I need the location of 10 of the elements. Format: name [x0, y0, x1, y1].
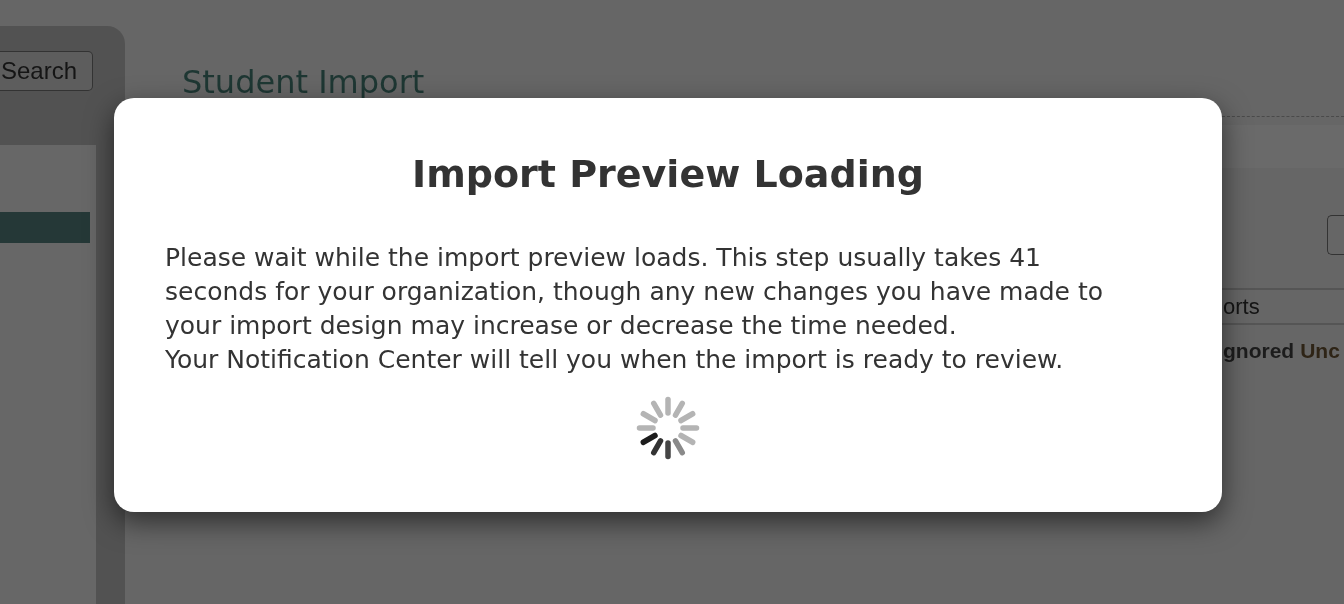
loading-spinner-icon: [636, 396, 700, 460]
legend-label: gnored: [1223, 339, 1295, 363]
search-button[interactable]: Search: [0, 51, 93, 91]
dialog-message: Please wait while the import preview loads. This step usually takes 41 seconds for your organization, though any new changes you have made to your import design may increase or decrease the time needed.: [165, 242, 1105, 342]
dialog-title: Import Preview Loading: [412, 151, 924, 198]
legend-label: Unc: [1300, 339, 1340, 363]
page-title: Student Import: [182, 62, 425, 102]
column-header: orts: [1222, 293, 1260, 320]
toolbar-button[interactable]: [1327, 215, 1344, 255]
dialog-note: Your Notification Center will tell you when the import is ready to review.: [165, 344, 1064, 376]
